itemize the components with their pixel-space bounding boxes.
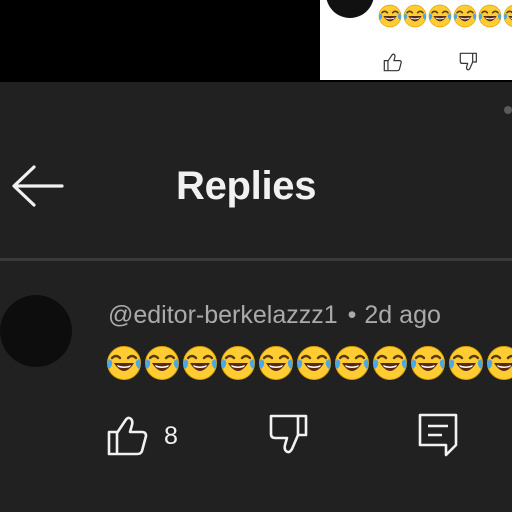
reply-comment: @editor-berkelazzz1 • 2d ago 8 <box>0 261 512 512</box>
dislike-button[interactable] <box>266 411 314 459</box>
arrow-left-icon <box>12 165 64 207</box>
thumbs-down-icon[interactable] <box>458 51 480 73</box>
back-button[interactable] <box>6 158 66 214</box>
preview-avatar <box>326 0 374 18</box>
face-with-tears-of-joy-icon <box>486 345 512 381</box>
comment-body <box>106 345 512 381</box>
comment-timestamp: 2d ago <box>364 301 441 329</box>
like-count: 8 <box>164 422 178 450</box>
face-with-tears-of-joy-icon <box>372 345 408 381</box>
face-with-tears-of-joy-icon <box>182 345 218 381</box>
replies-header: Replies <box>0 82 512 258</box>
comment-author[interactable]: @editor-berkelazzz1 <box>108 301 338 329</box>
parent-comment-preview[interactable] <box>320 0 512 80</box>
comment-reply-icon <box>418 413 458 457</box>
face-with-tears-of-joy-icon <box>144 345 180 381</box>
thumbs-up-icon[interactable] <box>382 51 404 73</box>
face-with-tears-of-joy-icon <box>296 345 332 381</box>
face-with-tears-of-joy-icon <box>220 345 256 381</box>
thumbs-up-icon <box>107 416 148 456</box>
comment-actions: 8 <box>0 411 512 471</box>
comment-meta: @editor-berkelazzz1 • 2d ago <box>108 299 441 331</box>
face-with-tears-of-joy-icon <box>428 4 452 28</box>
thumbs-down-icon <box>269 414 308 454</box>
face-with-tears-of-joy-icon <box>503 4 512 28</box>
replies-panel: Replies @editor-berkelazzz1 • 2d ago 8 <box>0 82 512 512</box>
preview-emoji-row <box>378 4 512 28</box>
face-with-tears-of-joy-icon <box>448 345 484 381</box>
face-with-tears-of-joy-icon <box>378 4 402 28</box>
top-strip <box>0 0 512 82</box>
page-title: Replies <box>176 164 317 208</box>
face-with-tears-of-joy-icon <box>258 345 294 381</box>
reply-button[interactable] <box>414 411 462 459</box>
face-with-tears-of-joy-icon <box>334 345 370 381</box>
screen: Replies @editor-berkelazzz1 • 2d ago 8 <box>0 0 512 512</box>
face-with-tears-of-joy-icon <box>403 4 427 28</box>
face-with-tears-of-joy-icon <box>453 4 477 28</box>
like-button[interactable] <box>104 411 152 459</box>
meta-separator: • <box>347 301 357 329</box>
face-with-tears-of-joy-icon <box>410 345 446 381</box>
face-with-tears-of-joy-icon <box>106 345 142 381</box>
face-with-tears-of-joy-icon <box>478 4 502 28</box>
avatar[interactable] <box>0 295 72 367</box>
